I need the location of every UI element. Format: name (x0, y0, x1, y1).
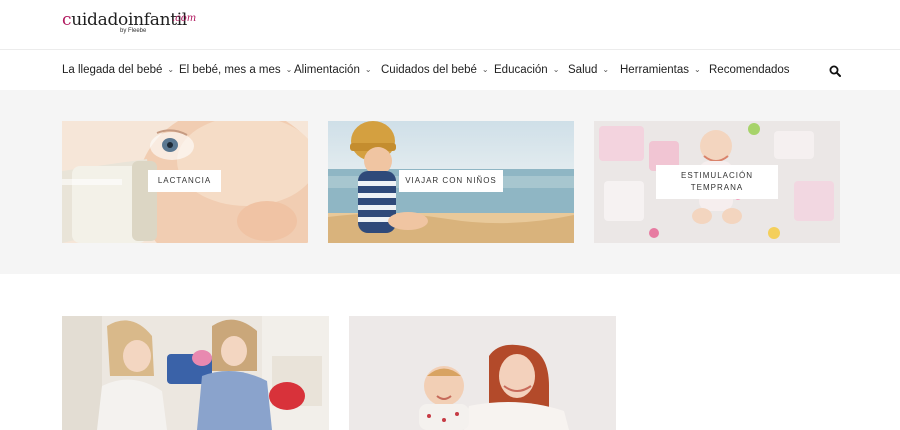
main-nav: La llegada del bebé ⌄ El bebé, mes a mes ⌄… (0, 51, 900, 90)
category-label-line1: ESTIMULACIÓN (680, 171, 753, 180)
nav-item-herramientas[interactable]: Herramientas ⌄ (620, 64, 701, 76)
chevron-down-icon: ⌄ (552, 65, 560, 74)
chevron-down-icon: ⌄ (481, 65, 489, 74)
mother-baby-image (349, 316, 616, 430)
chevron-down-icon: ⌄ (694, 65, 701, 74)
chevron-down-icon: ⌄ (364, 65, 372, 74)
category-label-line2: TEMPRANA (690, 183, 744, 192)
site-header: cuidadoinfantil .com by Fleebe (0, 0, 900, 50)
nav-item-alimentacion[interactable]: Alimentación ⌄ (294, 64, 372, 76)
site-logo[interactable]: cuidadoinfantil .com by Fleebe (62, 10, 202, 40)
chevron-down-icon: ⌄ (167, 65, 175, 74)
chevron-down-icon: ⌄ (285, 65, 293, 74)
search-icon[interactable] (829, 65, 841, 77)
category-label: LACTANCIA (148, 170, 221, 192)
nav-item-llegada-bebe[interactable]: La llegada del bebé ⌄ (62, 64, 174, 76)
category-label: VIAJAR CON NIÑOS (399, 170, 503, 192)
category-card-lactancia[interactable]: LACTANCIA (62, 121, 308, 243)
category-label: ESTIMULACIÓN TEMPRANA (656, 165, 778, 199)
logo-wordmark: cuidadoinfantil (62, 10, 188, 30)
nav-item-salud[interactable]: Salud ⌄ (568, 64, 609, 76)
nav-item-recomendados[interactable]: Recomendados (709, 64, 790, 76)
logo-tld: .com (172, 13, 197, 24)
nav-item-educacion[interactable]: Educación ⌄ (494, 64, 559, 76)
chevron-down-icon: ⌄ (602, 65, 610, 74)
post-thumbnail-mother-baby[interactable] (349, 316, 616, 430)
logo-byline: by Fleebe (120, 28, 147, 34)
post-thumbnail-girls-playing[interactable] (62, 316, 329, 430)
girls-playing-image (62, 316, 329, 430)
category-card-estimulacion-temprana[interactable]: ESTIMULACIÓN TEMPRANA (594, 121, 840, 243)
category-card-viajar-con-ninos[interactable]: VIAJAR CON NIÑOS (328, 121, 574, 243)
nav-item-cuidados-bebe[interactable]: Cuidados del bebé ⌄ (381, 64, 489, 76)
nav-item-bebe-mes-a-mes[interactable]: El bebé, mes a mes ⌄ (179, 64, 292, 76)
